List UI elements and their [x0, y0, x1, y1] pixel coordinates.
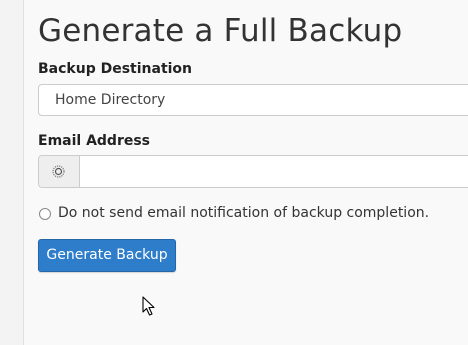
backup-destination-value: Home Directory — [55, 92, 166, 108]
backup-destination-label: Backup Destination — [38, 61, 193, 77]
page-title: Generate a Full Backup — [38, 13, 403, 49]
sidebar-edge — [0, 0, 24, 345]
mouse-cursor-icon — [142, 296, 155, 316]
email-field[interactable] — [80, 156, 468, 187]
no-email-radio[interactable] — [39, 208, 51, 220]
generate-backup-button[interactable]: Generate Backup — [38, 239, 176, 272]
email-address-label: Email Address — [38, 133, 151, 149]
at-sign-icon — [52, 165, 65, 178]
no-email-radio-label: Do not send email notification of backup… — [58, 205, 430, 221]
email-input-group — [38, 155, 468, 188]
backup-destination-select[interactable]: Home Directory — [38, 84, 468, 116]
email-addon — [39, 156, 80, 187]
